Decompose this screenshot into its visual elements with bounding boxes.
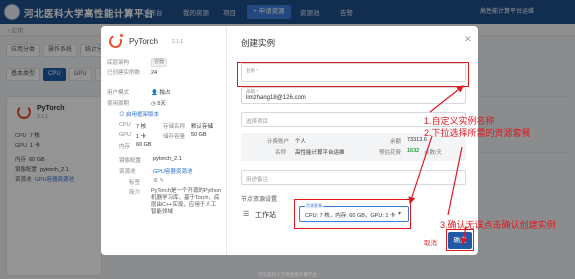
annotation-arrows (408, 85, 468, 246)
arrow-to-confirm-a (447, 146, 463, 216)
arrow-to-resource-select (408, 135, 433, 205)
arrow-to-confirm-b (460, 225, 468, 246)
arrow-to-name-field (429, 85, 464, 113)
